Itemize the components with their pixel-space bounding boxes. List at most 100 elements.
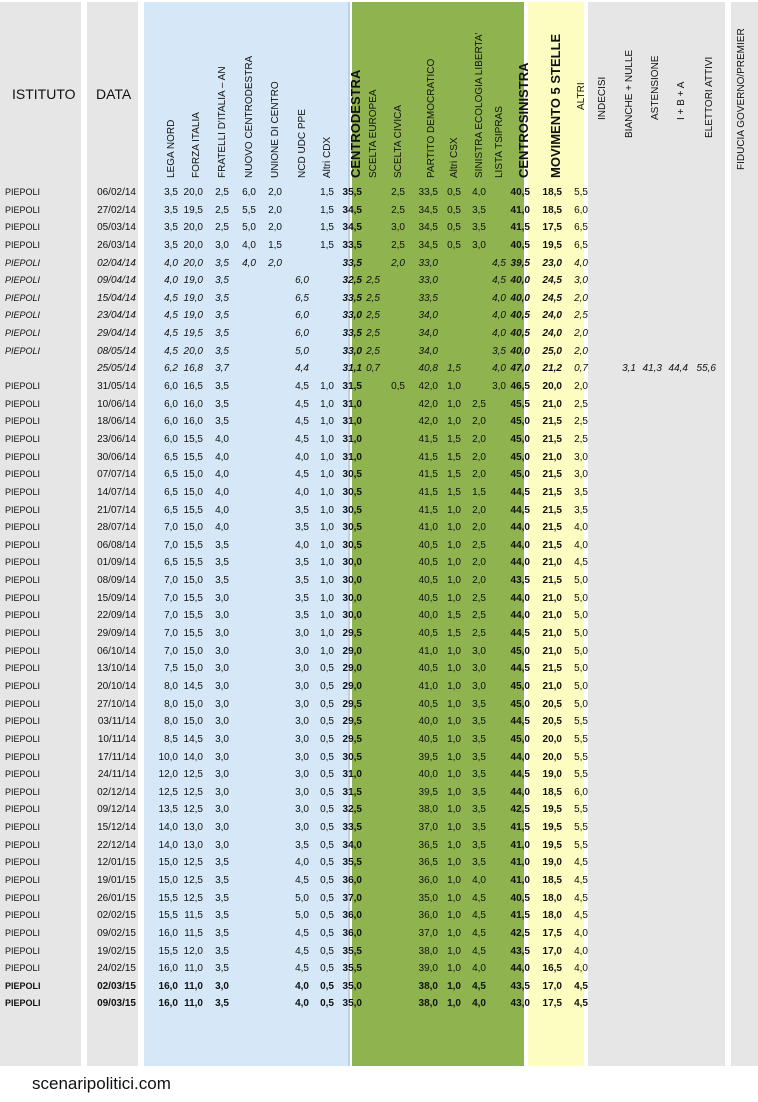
date-cell: 22/09/14 xyxy=(97,610,136,622)
istituto-cell: PIEPOLI xyxy=(5,592,41,603)
value-cell: 2,0 xyxy=(472,469,486,481)
value-cell: 3,0 xyxy=(215,592,229,604)
value-cell: 4,5 xyxy=(574,892,588,904)
date-cell: 09/03/15 xyxy=(97,998,136,1010)
value-cell: 43,0 xyxy=(510,998,530,1010)
value-cell: 3,5 xyxy=(215,292,229,304)
value-cell: 42,5 xyxy=(510,927,530,939)
value-cell: 3,0 xyxy=(215,769,229,781)
value-cell: 3,0 xyxy=(391,222,405,234)
column-header-label: FORZA ITALIA xyxy=(191,112,202,178)
value-cell: 3,0 xyxy=(574,451,588,463)
table-row: PIEPOLI 13/10/14 7,5 15,0 3,0 3,0 0,5 29,0 40,5 1… xyxy=(0,662,758,680)
value-cell: 29,5 xyxy=(342,733,362,745)
column-header-label: I + B + A xyxy=(676,81,687,120)
column-header-label: CENTROSINISTRA xyxy=(516,62,531,178)
value-cell: 44,0 xyxy=(510,610,530,622)
value-cell: 3,5 xyxy=(472,769,486,781)
value-cell: 35,0 xyxy=(342,998,362,1010)
value-cell: 30,0 xyxy=(342,575,362,587)
value-cell: 3,5 xyxy=(215,539,229,551)
istituto-cell: PIEPOLI xyxy=(5,257,41,268)
value-cell: 41,5 xyxy=(510,222,530,234)
value-cell: 3,5 xyxy=(215,892,229,904)
value-cell: 1,0 xyxy=(320,557,334,569)
value-cell: 3,0 xyxy=(215,804,229,816)
value-cell: 35,5 xyxy=(342,963,362,975)
value-cell: 3,5 xyxy=(472,733,486,745)
value-cell: 41,0 xyxy=(510,839,530,851)
value-cell: 3,0 xyxy=(215,786,229,798)
value-cell: 44,0 xyxy=(510,522,530,534)
table-row: PIEPOLI 10/11/14 8,5 14,5 3,0 3,0 0,5 29,5 40,5 1… xyxy=(0,733,758,751)
value-cell: 3,5 xyxy=(215,927,229,939)
value-cell: 1,5 xyxy=(268,239,282,251)
value-cell: 45,0 xyxy=(510,451,530,463)
date-cell: 22/12/14 xyxy=(97,839,136,851)
table-row: PIEPOLI 24/11/14 12,0 12,5 3,0 3,0 0,5 31,0 40,0… xyxy=(0,768,758,786)
value-cell: 4,0 xyxy=(472,963,486,975)
value-cell: 3,0 xyxy=(472,680,486,692)
value-cell: 35,5 xyxy=(342,945,362,957)
istituto-cell: PIEPOLI xyxy=(5,610,41,621)
table-row: PIEPOLI 27/02/14 3,5 19,5 2,5 5,5 2,0 1,5 34,5 2,… xyxy=(0,204,758,222)
value-cell: 3,5 xyxy=(215,963,229,975)
table-row: PIEPOLI 01/09/14 6,5 15,5 3,5 3,5 1,0 30,0 40,5 1… xyxy=(0,556,758,574)
column-header-label: LISTA TSIPRAS xyxy=(494,106,505,178)
table-row: PIEPOLI 21/07/14 6,5 15,5 4,0 3,5 1,0 30,5 41,5 1… xyxy=(0,504,758,522)
footer-site: scenaripolitici.com xyxy=(32,1074,171,1093)
value-cell: 3,5 xyxy=(215,257,229,269)
value-cell: 0,5 xyxy=(320,716,334,728)
table-row: PIEPOLI 06/02/14 3,5 20,0 2,5 6,0 2,0 1,5 35,5 2,… xyxy=(0,186,758,204)
value-cell: 3,5 xyxy=(215,275,229,287)
table-row: PIEPOLI 09/04/14 4,0 19,0 3,5 6,0 32,5 2,5 33,0 4… xyxy=(0,274,758,292)
value-cell: 2,5 xyxy=(472,628,486,640)
table-row: PIEPOLI 29/09/14 7,0 15,5 3,0 3,0 1,0 29,5 40,5 1… xyxy=(0,627,758,645)
value-cell: 44,0 xyxy=(510,963,530,975)
table-row: PIEPOLI 20/10/14 8,0 14,5 3,0 3,0 0,5 29,0 41,0 1… xyxy=(0,680,758,698)
value-cell: 41,0 xyxy=(510,204,530,216)
value-cell: 44,5 xyxy=(510,486,530,498)
value-cell: 5,0 xyxy=(574,628,588,640)
value-cell: 1,0 xyxy=(320,575,334,587)
poll-table: PIEPOLI 06/02/14 3,5 20,0 2,5 6,0 2,0 1,5 35,5 2,… xyxy=(0,186,758,1015)
istituto-cell: PIEPOLI xyxy=(5,204,41,215)
value-cell: 4,0 xyxy=(574,257,588,269)
value-cell: 1,0 xyxy=(320,416,334,428)
value-cell: 4,0 xyxy=(472,998,486,1010)
column-header-label: FRATELLI D'ITALIA – AN xyxy=(217,66,228,178)
value-cell: 2,0 xyxy=(472,433,486,445)
value-cell: 6,0 xyxy=(295,275,309,287)
value-cell: 0,5 xyxy=(320,980,334,992)
value-cell: 3,0 xyxy=(215,716,229,728)
value-cell: 0,5 xyxy=(320,698,334,710)
value-cell: 0,5 xyxy=(320,804,334,816)
value-cell: 2,5 xyxy=(391,187,405,198)
value-cell: 45,0 xyxy=(510,469,530,481)
table-row: PIEPOLI 28/07/14 7,0 15,0 4,0 3,5 1,0 30,5 41,0 1… xyxy=(0,521,758,539)
date-cell: 05/03/14 xyxy=(97,222,136,234)
istituto-cell: PIEPOLI xyxy=(5,628,41,639)
value-cell: 0,5 xyxy=(320,822,334,834)
value-cell: 1,0 xyxy=(320,381,334,393)
value-cell: 5,5 xyxy=(574,733,588,745)
value-cell: 2,5 xyxy=(366,328,380,340)
istituto-cell: PIEPOLI xyxy=(5,275,41,286)
value-cell: 2,5 xyxy=(574,416,588,428)
date-cell: 02/12/14 xyxy=(97,786,136,798)
column-header-label: NUOVO CENTRODESTRA xyxy=(244,55,255,178)
value-cell: 6,0 xyxy=(295,328,309,340)
value-cell: 33,0 xyxy=(418,257,438,269)
value-cell: 0,7 xyxy=(366,363,380,375)
value-cell: 2,5 xyxy=(215,187,229,198)
table-row: PIEPOLI 27/10/14 8,0 15,0 3,0 3,0 0,5 29,5 40,5 1… xyxy=(0,698,758,716)
value-cell: 44,0 xyxy=(510,539,530,551)
date-cell: 31/05/14 xyxy=(97,381,136,393)
value-cell: 41,5 xyxy=(510,910,530,922)
date-cell: 19/01/15 xyxy=(97,874,136,886)
value-cell: 3,0 xyxy=(574,275,588,287)
value-cell: 4,5 xyxy=(574,857,588,869)
date-cell: 18/06/14 xyxy=(97,416,136,428)
value-cell: 30,0 xyxy=(342,592,362,604)
table-row: PIEPOLI 22/12/14 14,0 13,0 3,0 3,5 0,5 34,0 36,5… xyxy=(0,839,758,857)
